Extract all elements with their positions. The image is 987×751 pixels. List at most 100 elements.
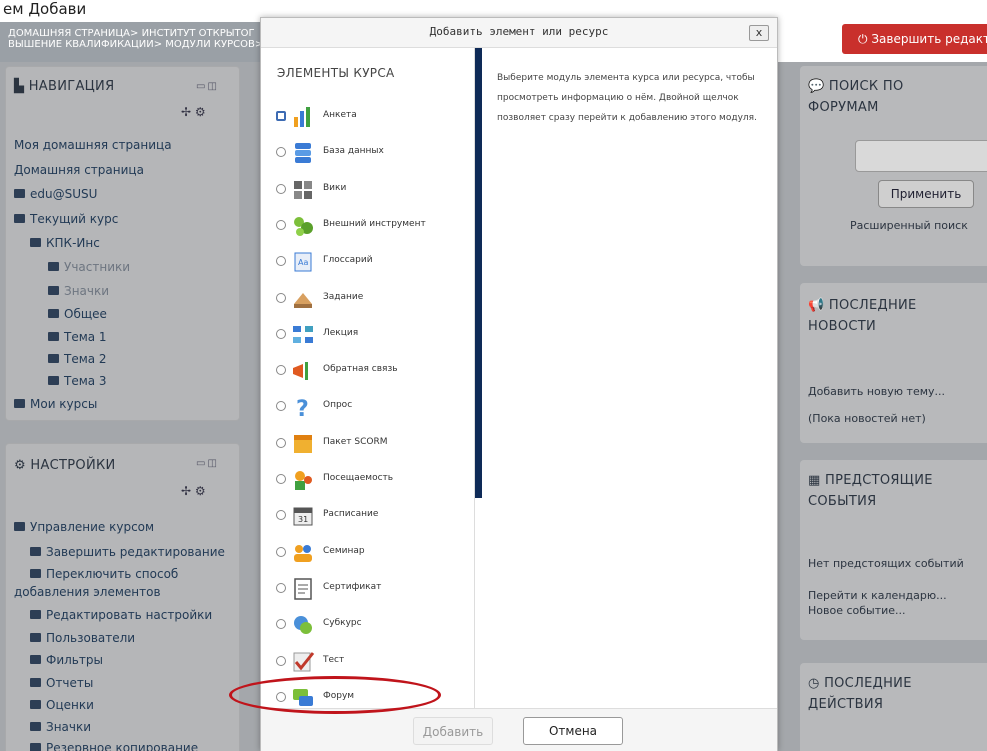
top-text: ем Добави xyxy=(3,0,87,18)
module-option[interactable]: Вики xyxy=(276,175,471,205)
svg-text:31: 31 xyxy=(298,515,308,524)
module-radio[interactable] xyxy=(276,365,286,376)
nav-item[interactable]: Моя домашняя страница xyxy=(14,138,172,152)
module-option[interactable]: База данных xyxy=(276,138,471,168)
module-radio[interactable] xyxy=(276,546,286,557)
breadcrumb-line-2[interactable]: ВЫШЕНИЕ КВАЛИФИКАЦИИ> МОДУЛИ КУРСОВ> xyxy=(8,39,282,50)
folder-icon xyxy=(48,376,59,385)
module-radio[interactable] xyxy=(276,328,286,339)
settings-move-icon[interactable]: ✢ ⚙ xyxy=(181,484,206,498)
calendar-link[interactable]: Перейти к календарю... xyxy=(808,589,947,602)
module-radio[interactable] xyxy=(276,111,286,121)
module-option[interactable]: Тест xyxy=(276,647,471,677)
folder-icon xyxy=(30,238,41,247)
settings-item-icon xyxy=(30,655,41,664)
module-label: Обратная связь xyxy=(323,364,398,375)
module-radio[interactable] xyxy=(276,147,286,158)
module-radio[interactable] xyxy=(276,256,286,267)
nav-item-label: Общее xyxy=(64,307,107,321)
module-option[interactable]: Aa Глоссарий xyxy=(276,247,471,277)
module-option[interactable]: Лекция xyxy=(276,320,471,350)
module-radio[interactable] xyxy=(276,437,286,448)
nav-item[interactable]: Домашняя страница xyxy=(14,163,144,177)
cancel-button[interactable]: Отмена xyxy=(523,717,623,745)
question-icon: ? xyxy=(291,395,315,422)
add-activity-dialog: Добавить элемент или ресурс x ЭЛЕМЕНТЫ К… xyxy=(260,17,778,751)
list-scrollbar[interactable] xyxy=(475,48,482,498)
settings-item[interactable]: Редактировать настройки xyxy=(30,608,212,622)
nav-item-label: Текущий курс xyxy=(30,212,119,226)
settings-item-label: добавления элементов xyxy=(14,585,161,599)
module-option[interactable]: Субкурс xyxy=(276,610,471,640)
module-radio[interactable] xyxy=(276,619,286,630)
nav-item[interactable]: Участники xyxy=(48,260,130,274)
nav-item[interactable]: Тема 3 xyxy=(48,374,107,388)
block-dock-icon[interactable]: ▭◫ xyxy=(196,81,219,92)
settings-item[interactable]: Завершить редактирование xyxy=(30,545,225,559)
nav-item[interactable]: Мои курсы xyxy=(14,397,97,411)
events-block: ▦ ПРЕДСТОЯЩИЕ СОБЫТИЯ Нет предстоящих со… xyxy=(800,460,987,640)
glossary-icon: Aa xyxy=(291,250,315,274)
module-option[interactable]: ? Опрос xyxy=(276,392,471,422)
module-option[interactable]: Анкета xyxy=(276,102,471,132)
settings-item[interactable]: Отчеты xyxy=(30,676,93,690)
nav-item[interactable]: Текущий курс xyxy=(14,212,118,226)
settings-item[interactable]: Оценки xyxy=(30,698,94,712)
settings-item[interactable]: Резервное копирование xyxy=(30,741,198,751)
settings-item[interactable]: Фильтры xyxy=(30,653,103,667)
settings-item-icon xyxy=(30,700,41,709)
module-option[interactable]: Семинар xyxy=(276,538,471,568)
module-option[interactable]: Пакет SCORM xyxy=(276,429,471,459)
new-event-link[interactable]: Новое событие... xyxy=(808,604,906,617)
forum-search-input[interactable] xyxy=(855,140,987,172)
module-radio[interactable] xyxy=(276,655,286,666)
chart-icon xyxy=(291,105,315,129)
module-radio[interactable] xyxy=(276,582,286,593)
module-option[interactable]: Обратная связь xyxy=(276,356,471,386)
apply-search-button[interactable]: Применить xyxy=(878,180,974,208)
settings-item[interactable]: Управление курсом xyxy=(14,520,154,534)
module-radio[interactable] xyxy=(276,510,286,521)
nav-item[interactable]: Тема 1 xyxy=(48,330,107,344)
module-radio[interactable] xyxy=(276,401,286,412)
module-radio[interactable] xyxy=(276,474,286,484)
finish-editing-label: Завершить редакти xyxy=(871,32,987,46)
settings-item[interactable]: Переключить способ xyxy=(30,567,178,581)
module-radio[interactable] xyxy=(276,292,286,303)
finish-editing-button[interactable]: ⏻ Завершить редакти xyxy=(842,24,987,54)
settings-item[interactable]: Пользователи xyxy=(30,631,135,645)
nav-item-label: КПК-Инс xyxy=(46,236,100,250)
nav-item-label: Моя домашняя страница xyxy=(14,138,172,152)
module-option[interactable]: Сертификат xyxy=(276,574,471,604)
breadcrumb-line-1[interactable]: ДОМАШНЯЯ СТРАНИЦА> ИНСТИТУТ ОТКРЫТОГ xyxy=(8,28,282,39)
module-option[interactable]: 31 Расписание xyxy=(276,501,471,531)
settings-dock-icon[interactable]: ▭◫ xyxy=(196,458,219,469)
add-button[interactable]: Добавить xyxy=(413,717,493,745)
nav-item[interactable]: Значки xyxy=(48,284,109,298)
lesson-icon xyxy=(291,323,315,347)
folder-icon xyxy=(14,189,25,198)
advanced-search-link[interactable]: Расширенный поиск xyxy=(850,219,968,232)
module-option[interactable]: Внешний инструмент xyxy=(276,211,471,241)
add-news-link[interactable]: Добавить новую тему... xyxy=(808,385,945,398)
module-option[interactable]: Посещаемость xyxy=(276,465,471,495)
megaphone-icon: 📢 xyxy=(808,298,829,313)
settings-item-label: Фильтры xyxy=(46,653,103,667)
nav-item[interactable]: Тема 2 xyxy=(48,352,107,366)
nav-item[interactable]: edu@SUSU xyxy=(14,187,97,201)
nav-item[interactable]: Общее xyxy=(48,307,107,321)
module-radio[interactable] xyxy=(276,183,286,194)
settings-title: ⚙ НАСТРОЙКИ xyxy=(14,458,116,473)
attendance-icon xyxy=(291,468,315,492)
block-move-icon[interactable]: ✢ ⚙ xyxy=(181,105,206,119)
module-option[interactable]: Задание xyxy=(276,284,471,314)
nav-item[interactable]: КПК-Инс xyxy=(30,236,100,250)
settings-item[interactable]: Значки xyxy=(30,720,91,734)
settings-item[interactable]: добавления элементов xyxy=(14,585,161,599)
nav-item-label: Тема 2 xyxy=(64,352,107,366)
module-label: Семинар xyxy=(323,545,365,556)
folder-icon xyxy=(14,399,25,408)
module-radio[interactable] xyxy=(276,219,286,230)
close-icon[interactable]: x xyxy=(749,25,769,41)
assignment-icon xyxy=(291,287,315,311)
